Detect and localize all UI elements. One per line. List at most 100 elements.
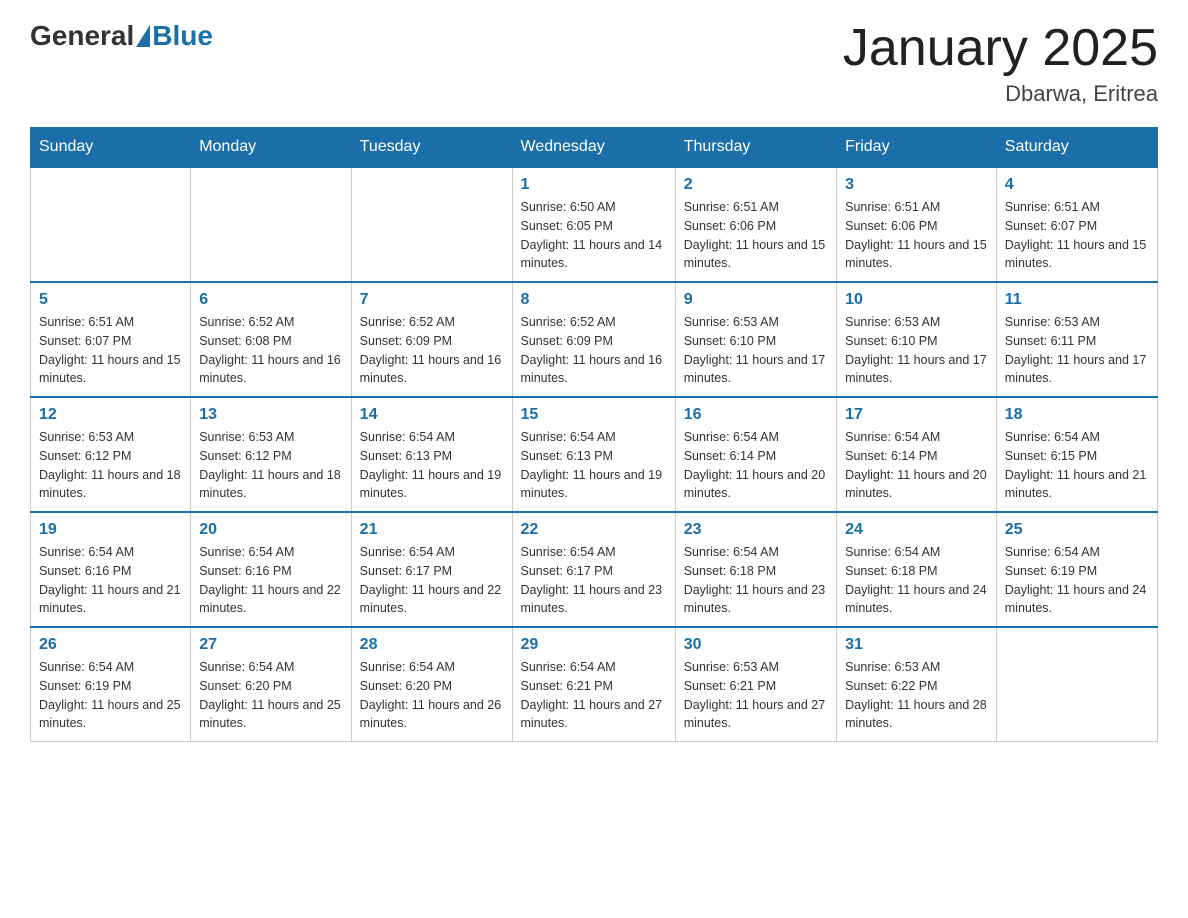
day-info: Sunrise: 6:54 AMSunset: 6:19 PMDaylight:… xyxy=(1005,543,1149,618)
day-info: Sunrise: 6:53 AMSunset: 6:22 PMDaylight:… xyxy=(845,658,988,733)
calendar-cell: 2 Sunrise: 6:51 AMSunset: 6:06 PMDaylight… xyxy=(675,167,836,282)
calendar-cell: 16 Sunrise: 6:54 AMSunset: 6:14 PMDayligh… xyxy=(675,397,836,512)
calendar-cell: 27Sunrise: 6:54 AMSunset: 6:20 PMDayligh… xyxy=(191,627,351,742)
calendar-cell: 19 Sunrise: 6:54 AMSunset: 6:16 PMDayligh… xyxy=(31,512,191,627)
day-info: Sunrise: 6:51 AMSunset: 6:06 PMDaylight:… xyxy=(684,198,828,273)
logo-blue-text: Blue xyxy=(152,20,213,52)
day-number: 10 xyxy=(845,291,988,309)
logo: General Blue xyxy=(30,20,213,52)
calendar-cell: 31 Sunrise: 6:53 AMSunset: 6:22 PMDayligh… xyxy=(837,627,997,742)
day-number: 3 xyxy=(845,176,988,194)
day-info: Sunrise: 6:53 AMSunset: 6:21 PMDaylight:… xyxy=(684,658,828,733)
day-number: 7 xyxy=(360,291,504,309)
calendar-cell xyxy=(996,627,1157,742)
day-number: 12 xyxy=(39,406,182,424)
calendar-cell: 22Sunrise: 6:54 AMSunset: 6:17 PMDayligh… xyxy=(512,512,675,627)
day-number: 11 xyxy=(1005,291,1149,309)
calendar-cell: 15Sunrise: 6:54 AMSunset: 6:13 PMDayligh… xyxy=(512,397,675,512)
day-info: Sunrise: 6:54 AMSunset: 6:15 PMDaylight:… xyxy=(1005,428,1149,503)
calendar-cell xyxy=(351,167,512,282)
day-number: 29 xyxy=(521,636,667,654)
day-number: 20 xyxy=(199,521,342,539)
calendar-table: SundayMondayTuesdayWednesdayThursdayFrid… xyxy=(30,127,1158,742)
day-info: Sunrise: 6:52 AMSunset: 6:09 PMDaylight:… xyxy=(521,313,667,388)
week-row-1: 1Sunrise: 6:50 AMSunset: 6:05 PMDaylight… xyxy=(31,167,1158,282)
day-header-monday: Monday xyxy=(191,128,351,168)
day-info: Sunrise: 6:51 AMSunset: 6:06 PMDaylight:… xyxy=(845,198,988,273)
day-number: 2 xyxy=(684,176,828,194)
calendar-cell: 1Sunrise: 6:50 AMSunset: 6:05 PMDaylight… xyxy=(512,167,675,282)
day-header-thursday: Thursday xyxy=(675,128,836,168)
day-info: Sunrise: 6:54 AMSunset: 6:13 PMDaylight:… xyxy=(360,428,504,503)
calendar-cell: 17Sunrise: 6:54 AMSunset: 6:14 PMDayligh… xyxy=(837,397,997,512)
day-info: Sunrise: 6:52 AMSunset: 6:09 PMDaylight:… xyxy=(360,313,504,388)
day-number: 19 xyxy=(39,521,182,539)
day-number: 26 xyxy=(39,636,182,654)
day-info: Sunrise: 6:53 AMSunset: 6:12 PMDaylight:… xyxy=(39,428,182,503)
day-number: 23 xyxy=(684,521,828,539)
day-info: Sunrise: 6:53 AMSunset: 6:10 PMDaylight:… xyxy=(684,313,828,388)
month-title: January 2025 xyxy=(843,20,1158,77)
day-number: 17 xyxy=(845,406,988,424)
day-info: Sunrise: 6:53 AMSunset: 6:11 PMDaylight:… xyxy=(1005,313,1149,388)
day-info: Sunrise: 6:54 AMSunset: 6:18 PMDaylight:… xyxy=(684,543,828,618)
calendar-cell: 14 Sunrise: 6:54 AMSunset: 6:13 PMDayligh… xyxy=(351,397,512,512)
day-number: 6 xyxy=(199,291,342,309)
day-number: 27 xyxy=(199,636,342,654)
week-row-3: 12 Sunrise: 6:53 AMSunset: 6:12 PMDayligh… xyxy=(31,397,1158,512)
calendar-cell: 23 Sunrise: 6:54 AMSunset: 6:18 PMDayligh… xyxy=(675,512,836,627)
day-info: Sunrise: 6:54 AMSunset: 6:14 PMDaylight:… xyxy=(684,428,828,503)
location-title: Dbarwa, Eritrea xyxy=(843,81,1158,107)
day-info: Sunrise: 6:51 AMSunset: 6:07 PMDaylight:… xyxy=(1005,198,1149,273)
day-number: 31 xyxy=(845,636,988,654)
calendar-cell: 30 Sunrise: 6:53 AMSunset: 6:21 PMDayligh… xyxy=(675,627,836,742)
header: General Blue January 2025 Dbarwa, Eritre… xyxy=(30,20,1158,107)
calendar-cell: 20 Sunrise: 6:54 AMSunset: 6:16 PMDayligh… xyxy=(191,512,351,627)
calendar-cell xyxy=(31,167,191,282)
calendar-cell: 25 Sunrise: 6:54 AMSunset: 6:19 PMDayligh… xyxy=(996,512,1157,627)
calendar-cell: 11 Sunrise: 6:53 AMSunset: 6:11 PMDayligh… xyxy=(996,282,1157,397)
calendar-cell: 8 Sunrise: 6:52 AMSunset: 6:09 PMDaylight… xyxy=(512,282,675,397)
day-number: 8 xyxy=(521,291,667,309)
day-header-saturday: Saturday xyxy=(996,128,1157,168)
calendar-cell: 21Sunrise: 6:54 AMSunset: 6:17 PMDayligh… xyxy=(351,512,512,627)
day-header-tuesday: Tuesday xyxy=(351,128,512,168)
calendar-cell: 28 Sunrise: 6:54 AMSunset: 6:20 PMDayligh… xyxy=(351,627,512,742)
calendar-cell: 12 Sunrise: 6:53 AMSunset: 6:12 PMDayligh… xyxy=(31,397,191,512)
calendar-cell: 4Sunrise: 6:51 AMSunset: 6:07 PMDaylight… xyxy=(996,167,1157,282)
calendar-cell: 26 Sunrise: 6:54 AMSunset: 6:19 PMDayligh… xyxy=(31,627,191,742)
day-info: Sunrise: 6:54 AMSunset: 6:19 PMDaylight:… xyxy=(39,658,182,733)
days-header-row: SundayMondayTuesdayWednesdayThursdayFrid… xyxy=(31,128,1158,168)
day-header-wednesday: Wednesday xyxy=(512,128,675,168)
day-number: 14 xyxy=(360,406,504,424)
week-row-2: 5 Sunrise: 6:51 AMSunset: 6:07 PMDaylight… xyxy=(31,282,1158,397)
calendar-cell: 13 Sunrise: 6:53 AMSunset: 6:12 PMDayligh… xyxy=(191,397,351,512)
day-header-sunday: Sunday xyxy=(31,128,191,168)
calendar-cell: 24Sunrise: 6:54 AMSunset: 6:18 PMDayligh… xyxy=(837,512,997,627)
day-info: Sunrise: 6:54 AMSunset: 6:16 PMDaylight:… xyxy=(199,543,342,618)
week-row-5: 26 Sunrise: 6:54 AMSunset: 6:19 PMDayligh… xyxy=(31,627,1158,742)
day-number: 28 xyxy=(360,636,504,654)
day-info: Sunrise: 6:51 AMSunset: 6:07 PMDaylight:… xyxy=(39,313,182,388)
logo-triangle-icon xyxy=(136,25,150,47)
calendar-cell: 10Sunrise: 6:53 AMSunset: 6:10 PMDayligh… xyxy=(837,282,997,397)
day-number: 30 xyxy=(684,636,828,654)
day-info: Sunrise: 6:54 AMSunset: 6:20 PMDaylight:… xyxy=(360,658,504,733)
day-number: 1 xyxy=(521,176,667,194)
day-info: Sunrise: 6:54 AMSunset: 6:18 PMDaylight:… xyxy=(845,543,988,618)
day-info: Sunrise: 6:54 AMSunset: 6:16 PMDaylight:… xyxy=(39,543,182,618)
calendar-cell: 9 Sunrise: 6:53 AMSunset: 6:10 PMDaylight… xyxy=(675,282,836,397)
day-number: 9 xyxy=(684,291,828,309)
day-number: 13 xyxy=(199,406,342,424)
day-number: 5 xyxy=(39,291,182,309)
title-area: January 2025 Dbarwa, Eritrea xyxy=(843,20,1158,107)
day-number: 16 xyxy=(684,406,828,424)
logo-blue-part: Blue xyxy=(134,20,213,52)
calendar-cell: 18Sunrise: 6:54 AMSunset: 6:15 PMDayligh… xyxy=(996,397,1157,512)
day-info: Sunrise: 6:54 AMSunset: 6:21 PMDaylight:… xyxy=(521,658,667,733)
day-info: Sunrise: 6:53 AMSunset: 6:12 PMDaylight:… xyxy=(199,428,342,503)
calendar-cell: 3 Sunrise: 6:51 AMSunset: 6:06 PMDaylight… xyxy=(837,167,997,282)
day-info: Sunrise: 6:54 AMSunset: 6:17 PMDaylight:… xyxy=(521,543,667,618)
day-number: 21 xyxy=(360,521,504,539)
day-number: 25 xyxy=(1005,521,1149,539)
